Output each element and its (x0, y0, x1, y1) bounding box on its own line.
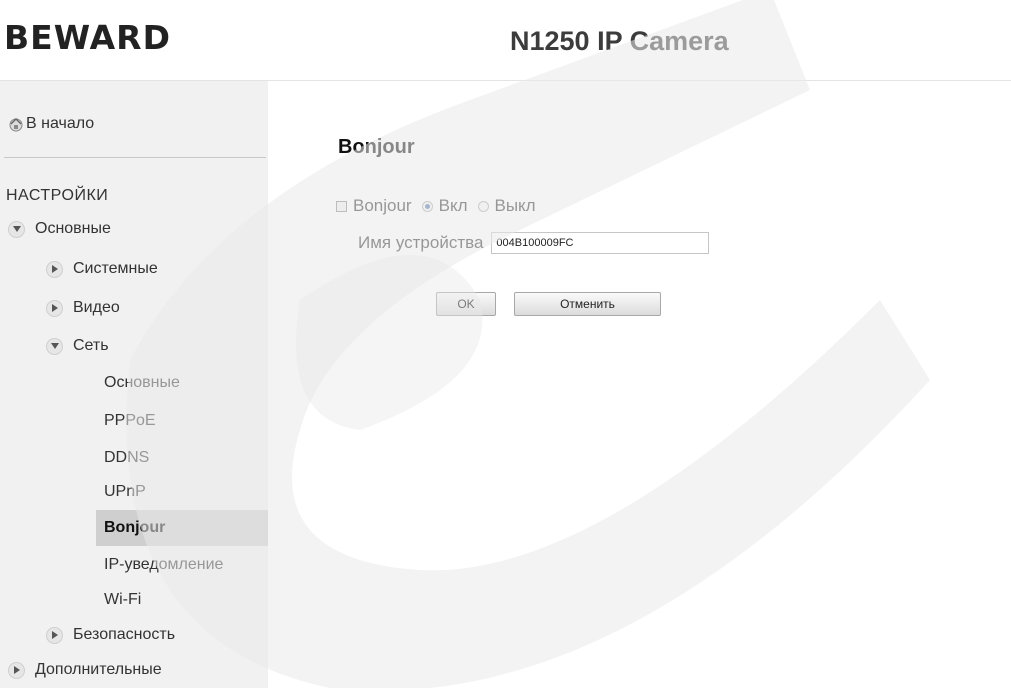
sidebar-item-label: Видео (73, 299, 120, 316)
radio-off[interactable] (477, 200, 489, 212)
chevron-down-icon (8, 220, 25, 238)
sidebar-item-network-basic[interactable]: Основные (104, 374, 180, 392)
chevron-right-icon (46, 260, 63, 278)
sidebar-item-bonjour[interactable]: Bonjour (104, 519, 165, 537)
sidebar-item-wifi[interactable]: Wi-Fi (104, 591, 141, 609)
camera-model-title: N1250 IP Camera (510, 26, 729, 56)
chevron-right-icon (46, 626, 63, 644)
chevron-down-icon (46, 337, 63, 355)
bullet-icon (336, 200, 347, 212)
settings-section-title: НАСТРОЙКИ (6, 187, 109, 204)
radio-on[interactable] (421, 200, 433, 212)
sidebar-item-network[interactable]: Сеть (46, 337, 109, 355)
chevron-right-icon (8, 661, 25, 679)
sidebar-divider (4, 157, 266, 158)
sidebar-item-ddns[interactable]: DDNS (104, 449, 149, 467)
header: BEWARD N1250 IP Camera (0, 0, 1011, 81)
home-icon (9, 118, 23, 132)
brand-logo: BEWARD (4, 18, 171, 57)
ok-button[interactable]: OK (436, 292, 496, 316)
device-name-input[interactable] (491, 232, 710, 254)
home-link[interactable]: В начало (8, 115, 94, 133)
radio-on-label: Вкл (438, 196, 468, 215)
home-label: В начало (26, 115, 95, 132)
bonjour-option-label: Bonjour (353, 196, 412, 215)
sidebar-item-label: Безопасность (73, 626, 176, 643)
chevron-right-icon (46, 299, 63, 317)
sidebar: В начало НАСТРОЙКИ Основные Системные Ви… (0, 81, 268, 688)
sidebar-item-video[interactable]: Видео (46, 299, 120, 317)
bonjour-option-row: Bonjour Вкл Выкл (336, 196, 536, 216)
device-name-row: Имя устройства (358, 232, 710, 254)
sidebar-item-basic[interactable]: Основные (8, 220, 111, 238)
page-title: Bonjour (338, 136, 415, 158)
sidebar-item-label: Дополнительные (35, 661, 162, 678)
sidebar-item-upnp[interactable]: UPnP (104, 483, 146, 501)
sidebar-item-label: Сеть (73, 337, 109, 354)
cancel-button[interactable]: Отменить (514, 292, 661, 316)
sidebar-item-system[interactable]: Системные (46, 260, 158, 278)
device-name-label: Имя устройства (358, 233, 484, 252)
radio-dot-icon (424, 203, 430, 209)
sidebar-item-label: Основные (35, 220, 111, 237)
sidebar-item-pppoe[interactable]: PPPoE (104, 412, 156, 430)
sidebar-item-security[interactable]: Безопасность (46, 626, 175, 644)
sidebar-item-ip-notify[interactable]: IP-уведомление (104, 556, 223, 574)
radio-off-label: Выкл (494, 196, 536, 215)
sidebar-item-label: Системные (73, 260, 158, 277)
sidebar-item-advanced[interactable]: Дополнительные (8, 661, 162, 679)
